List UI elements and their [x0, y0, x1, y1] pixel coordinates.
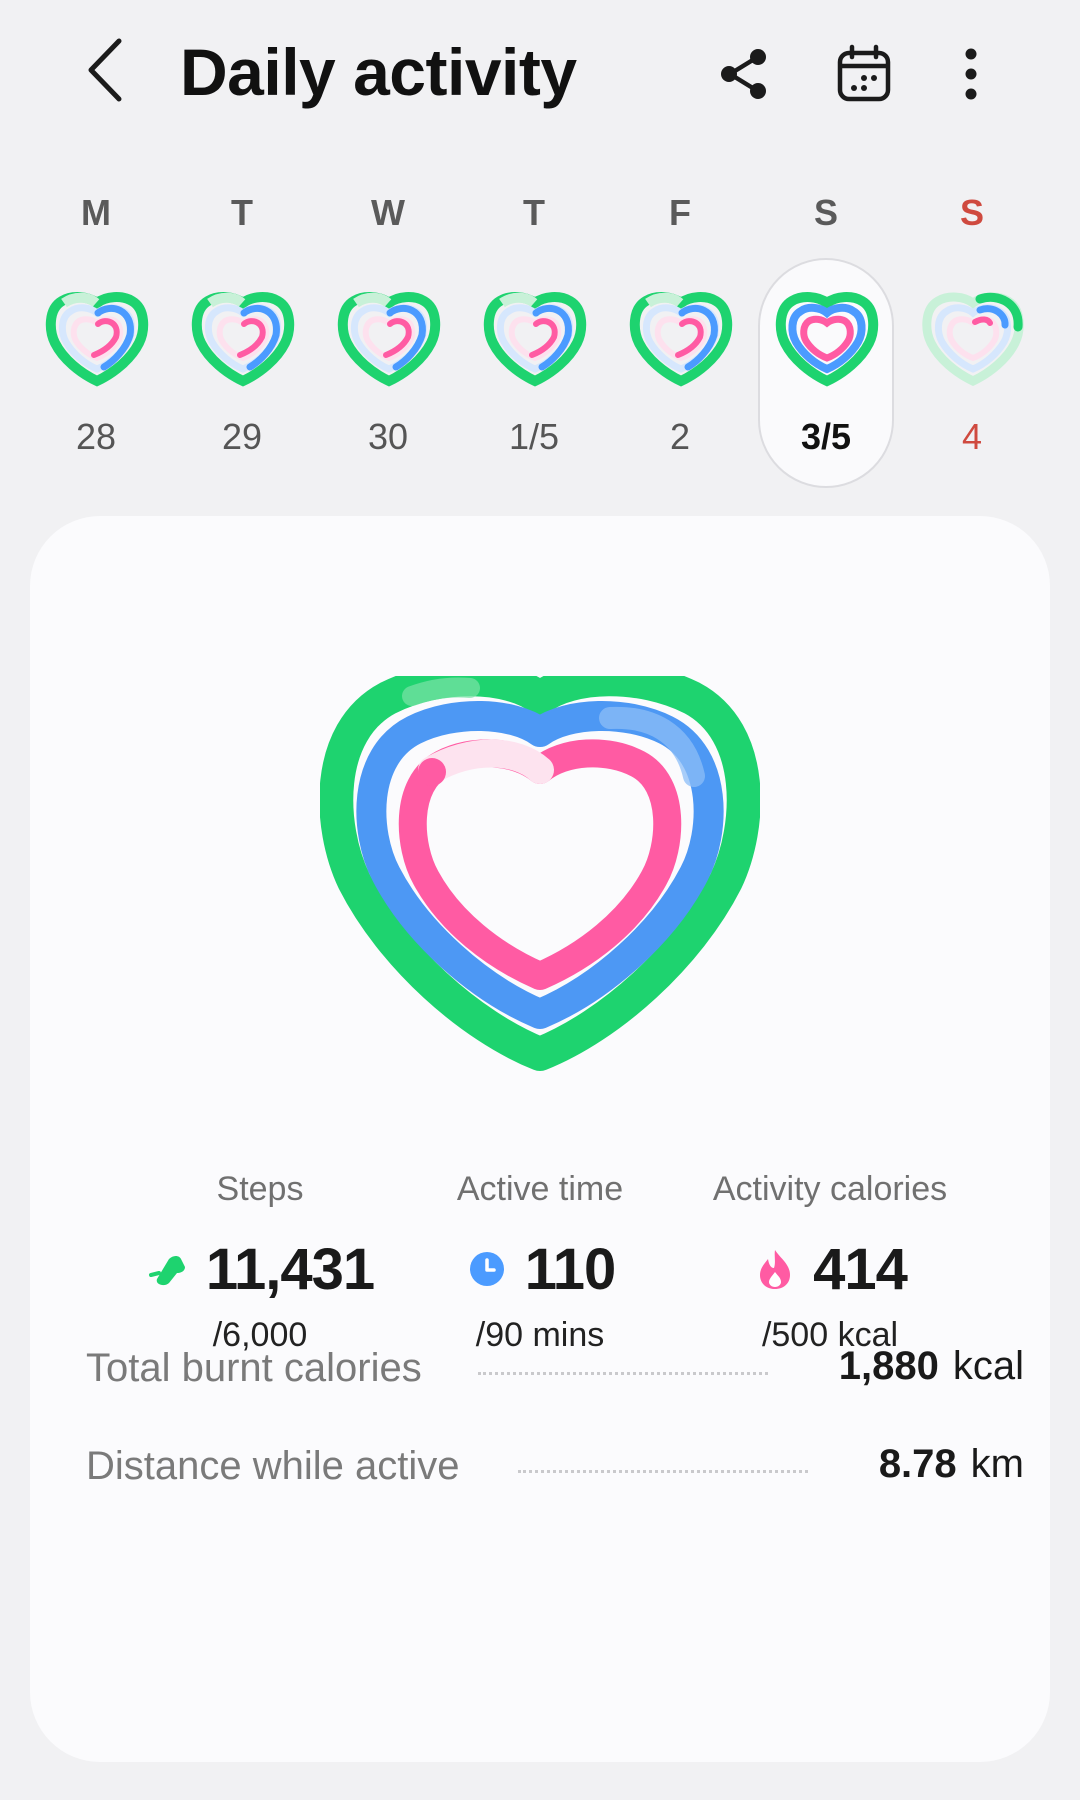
- stats-row: Steps 11,431 /6,000 Active time 110 /90 …: [30, 1170, 1050, 1370]
- distance-while-active-row[interactable]: Distance while active 8.78 km: [86, 1440, 1024, 1500]
- activity-heart-rings: [319, 662, 761, 1076]
- day-item-selected[interactable]: S 3/5: [758, 180, 894, 490]
- dotted-leader: [518, 1470, 808, 1473]
- day-number: 4: [961, 416, 983, 457]
- activity-calories-value: 414: [813, 1236, 908, 1302]
- active-time-stat[interactable]: Active time 110 /90 mins: [380, 1170, 700, 1355]
- calendar-icon: [837, 44, 891, 102]
- week-strip: M 28 T 29 W 30 T 1/5 F 2 S 3/5 S 4: [30, 180, 1050, 500]
- activity-heart-icon: [190, 288, 296, 394]
- share-icon: [721, 49, 766, 99]
- steps-value: 11,431: [205, 1236, 375, 1302]
- activity-card: Steps 11,431 /6,000 Active time 110 /90 …: [30, 516, 1050, 1762]
- day-item[interactable]: F 2: [614, 180, 746, 490]
- day-item[interactable]: S 4: [906, 180, 1038, 490]
- distance-while-active-value: 8.78: [878, 1442, 957, 1486]
- distance-while-active-unit: km: [970, 1442, 1024, 1486]
- activity-heart-icon: [336, 288, 442, 394]
- day-number: 28: [75, 416, 117, 457]
- page-title: Daily activity: [180, 35, 577, 109]
- day-item[interactable]: T 29: [176, 180, 308, 490]
- calendar-button[interactable]: [824, 34, 904, 114]
- activity-heart-icon: [628, 288, 734, 394]
- shoe-icon: [146, 1247, 190, 1291]
- activity-heart-icon: [920, 288, 1026, 394]
- day-number: 2: [669, 416, 691, 457]
- active-time-value: 110: [524, 1236, 617, 1302]
- dotted-leader: [478, 1372, 768, 1375]
- activity-calories-label: Activity calories: [712, 1170, 948, 1208]
- activity-heart-icon: [44, 288, 150, 394]
- active-time-label: Active time: [456, 1170, 624, 1208]
- day-number: 29: [221, 416, 263, 457]
- total-burnt-calories-row[interactable]: Total burnt calories 1,880 kcal: [86, 1342, 1024, 1402]
- app-header: Daily activity: [0, 0, 1080, 140]
- day-item[interactable]: W 30: [322, 180, 454, 490]
- activity-heart-icon: [774, 288, 880, 394]
- day-letter: M: [81, 192, 111, 233]
- day-letter: S: [813, 192, 838, 233]
- share-button[interactable]: [704, 34, 784, 114]
- distance-while-active-label: Distance while active: [86, 1444, 460, 1488]
- clock-icon: [465, 1247, 509, 1291]
- day-letter: S: [959, 192, 984, 233]
- total-burnt-calories-unit: kcal: [952, 1344, 1024, 1388]
- day-letter: T: [523, 192, 545, 233]
- day-item[interactable]: T 1/5: [468, 180, 600, 490]
- total-burnt-calories-value: 1,880: [838, 1344, 939, 1388]
- day-letter: T: [231, 192, 253, 233]
- more-options-button[interactable]: [931, 34, 1011, 114]
- flame-icon: [753, 1247, 797, 1291]
- day-letter: F: [669, 192, 691, 233]
- more-vertical-icon: [965, 48, 977, 100]
- day-letter: W: [371, 192, 405, 233]
- back-button[interactable]: [70, 30, 140, 110]
- activity-heart-icon: [482, 288, 588, 394]
- activity-calories-stat[interactable]: Activity calories 414 /500 kcal: [670, 1170, 990, 1355]
- day-number: 30: [367, 416, 409, 457]
- steps-label: Steps: [216, 1170, 304, 1208]
- day-number: 3/5: [800, 416, 852, 457]
- steps-stat[interactable]: Steps 11,431 /6,000: [100, 1170, 420, 1355]
- total-burnt-calories-label: Total burnt calories: [86, 1346, 422, 1390]
- day-number: 1/5: [508, 416, 560, 457]
- back-arrow-icon: [88, 38, 122, 102]
- day-item[interactable]: M 28: [30, 180, 162, 490]
